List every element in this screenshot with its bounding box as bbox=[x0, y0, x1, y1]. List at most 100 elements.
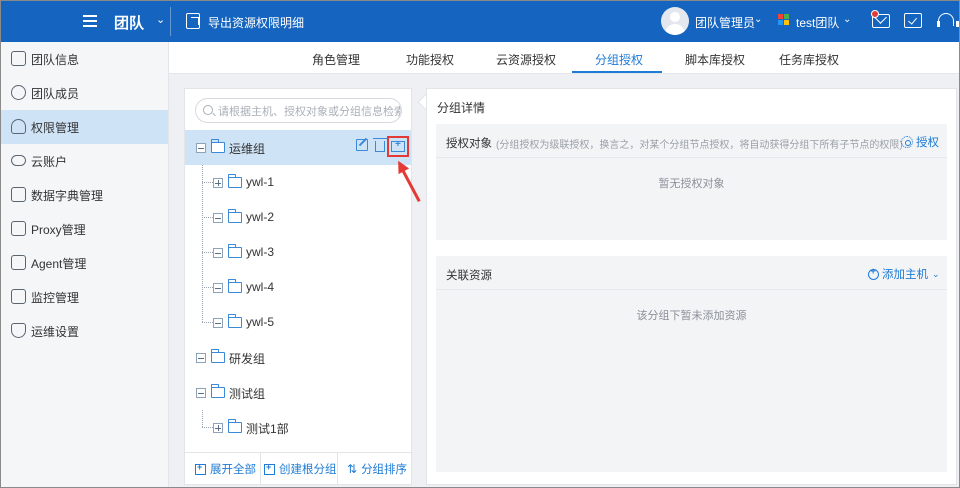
tree-node-label: 测试组 bbox=[229, 387, 266, 401]
sidebar-item-permissions[interactable]: 权限管理 bbox=[1, 110, 168, 144]
sort-icon: ⇅ bbox=[347, 462, 358, 476]
task-check-icon[interactable] bbox=[904, 13, 922, 28]
tree-node-label: ywl-4 bbox=[246, 280, 275, 294]
network-icon bbox=[11, 221, 26, 236]
tree-node-ops-group[interactable]: 运维组 bbox=[185, 130, 411, 165]
collapse-icon[interactable] bbox=[213, 248, 223, 258]
collapse-icon[interactable] bbox=[213, 283, 223, 293]
sidebar-item-cloud-account[interactable]: 云账户 bbox=[1, 144, 168, 178]
resources-empty-text: 该分组下暂未添加资源 bbox=[636, 310, 747, 322]
chevron-down-icon: ⌄ bbox=[932, 268, 940, 279]
folder-icon bbox=[228, 244, 242, 258]
tree-node-label: ywl-1 bbox=[246, 175, 275, 189]
plus-circle-icon bbox=[868, 266, 879, 280]
expand-icon[interactable] bbox=[213, 423, 223, 433]
sidebar-item-label: 监控管理 bbox=[31, 290, 80, 305]
tab-bar: 角色管理 功能授权 云资源授权 分组授权 脚本库授权 任务库授权 bbox=[169, 42, 959, 74]
resources-section-header: 关联资源 添加主机 ⌄ bbox=[436, 256, 947, 290]
tab-task-library-auth[interactable]: 任务库授权 bbox=[779, 51, 839, 68]
notification-dot bbox=[871, 10, 879, 18]
sort-label: 分组排序 bbox=[361, 464, 408, 476]
sidebar-item-proxy[interactable]: Proxy管理 bbox=[1, 212, 168, 246]
sidebar-item-team-info[interactable]: 团队信息 bbox=[1, 42, 168, 76]
add-host-button[interactable]: 添加主机 ⌄ bbox=[868, 266, 940, 282]
collapse-icon[interactable] bbox=[213, 318, 223, 328]
export-icon[interactable] bbox=[186, 13, 200, 29]
sidebar-item-label: 数据字典管理 bbox=[31, 188, 104, 203]
export-button[interactable]: 导出资源权限明细 bbox=[208, 14, 304, 31]
tree-node[interactable]: ywl-4 bbox=[185, 270, 411, 305]
sidebar-item-label: Agent管理 bbox=[31, 256, 87, 271]
collapse-icon[interactable] bbox=[196, 388, 206, 398]
gear-icon bbox=[901, 136, 913, 148]
headset-icon[interactable] bbox=[937, 12, 959, 30]
highlight-box bbox=[387, 136, 409, 157]
chevron-down-icon[interactable]: ⌄ bbox=[843, 14, 851, 25]
tab-role-management[interactable]: 角色管理 bbox=[312, 51, 360, 68]
tree-node[interactable]: 研发组 bbox=[185, 340, 411, 375]
chevron-down-icon[interactable]: ⌄ bbox=[754, 14, 762, 25]
auth-empty-text: 暂无授权对象 bbox=[658, 178, 725, 190]
tree-node[interactable]: 测试组 bbox=[185, 375, 411, 410]
resources-section: 关联资源 添加主机 ⌄ 该分组下暂未添加资源 bbox=[436, 256, 947, 472]
sidebar-item-agent[interactable]: Agent管理 bbox=[1, 246, 168, 280]
sidebar-item-data-dictionary[interactable]: 数据字典管理 bbox=[1, 178, 168, 212]
trash-icon[interactable] bbox=[373, 138, 387, 152]
tree-node[interactable]: 测试1部 bbox=[185, 410, 411, 445]
menu-icon[interactable] bbox=[83, 15, 97, 27]
tree-node[interactable]: ywl-3 bbox=[185, 235, 411, 270]
active-tab-indicator bbox=[572, 71, 662, 73]
sort-groups-button[interactable]: ⇅ 分组排序 bbox=[347, 453, 407, 485]
folder-icon bbox=[228, 419, 242, 433]
sidebar-item-label: 云账户 bbox=[31, 154, 68, 169]
user-role-label[interactable]: 团队管理员 bbox=[695, 14, 755, 31]
create-root-group-button[interactable]: 创建根分组 bbox=[264, 453, 337, 485]
team-selector[interactable]: test团队 bbox=[796, 14, 839, 31]
top-bar: 团队 ⌄ 导出资源权限明细 团队管理员 ⌄ test团队 ⌄ bbox=[1, 1, 959, 42]
tree-node-label: ywl-2 bbox=[246, 210, 275, 224]
auth-section-header: 授权对象 (分组授权为级联授权，换言之，对某个分组节点授权，将自动获得分组下所有… bbox=[436, 124, 947, 158]
add-host-label: 添加主机 bbox=[882, 269, 928, 281]
tree-node-label: ywl-5 bbox=[246, 315, 275, 329]
tree-node-label: 运维组 bbox=[229, 142, 266, 156]
tab-cloud-resource-auth[interactable]: 云资源授权 bbox=[496, 51, 556, 68]
search-input[interactable]: 请根据主机、授权对象或分组信息检索 bbox=[195, 98, 402, 123]
avatar[interactable] bbox=[661, 7, 689, 35]
cloud-icon bbox=[11, 155, 26, 166]
divider bbox=[260, 453, 261, 485]
resources-section-title: 关联资源 bbox=[446, 270, 492, 282]
tree-node[interactable]: ywl-1 bbox=[185, 165, 411, 200]
collapse-icon[interactable] bbox=[196, 353, 206, 363]
tree-node[interactable]: ywl-2 bbox=[185, 200, 411, 235]
tab-script-library-auth[interactable]: 脚本库授权 bbox=[685, 51, 745, 68]
team-logo-icon bbox=[778, 14, 791, 27]
auth-section-title: 授权对象 bbox=[446, 138, 492, 150]
agent-icon bbox=[11, 255, 26, 270]
tab-function-auth[interactable]: 功能授权 bbox=[406, 51, 454, 68]
tree-node[interactable]: ywl-5 bbox=[185, 305, 411, 340]
chevron-down-icon[interactable]: ⌄ bbox=[156, 13, 165, 26]
sidebar-item-team-members[interactable]: 团队成员 bbox=[1, 76, 168, 110]
folder-icon bbox=[228, 279, 242, 293]
folder-icon bbox=[228, 209, 242, 223]
team-title[interactable]: 团队 bbox=[114, 12, 144, 33]
folder-icon bbox=[228, 314, 242, 328]
authorize-button[interactable]: 授权 bbox=[901, 134, 939, 150]
collapse-icon[interactable] bbox=[213, 213, 223, 223]
sidebar-item-ops-settings[interactable]: 运维设置 bbox=[1, 314, 168, 348]
search-icon bbox=[203, 105, 213, 115]
sidebar-item-label: 团队成员 bbox=[31, 86, 80, 101]
search-placeholder: 请根据主机、授权对象或分组信息检索 bbox=[218, 105, 402, 118]
authorize-label: 授权 bbox=[916, 137, 939, 149]
sidebar: 团队信息 团队成员 权限管理 云账户 数据字典管理 Proxy管理 Agent管… bbox=[1, 42, 169, 487]
tab-group-auth[interactable]: 分组授权 bbox=[595, 51, 643, 68]
shield-gear-icon bbox=[11, 323, 26, 338]
edit-icon[interactable] bbox=[356, 139, 368, 151]
folder-plus-icon bbox=[264, 462, 275, 475]
sidebar-item-label: 权限管理 bbox=[31, 120, 80, 135]
expand-icon[interactable] bbox=[213, 178, 223, 188]
sidebar-item-monitoring[interactable]: 监控管理 bbox=[1, 280, 168, 314]
expand-all-button[interactable]: 展开全部 bbox=[195, 453, 256, 485]
collapse-icon[interactable] bbox=[196, 143, 206, 153]
sidebar-item-label: 团队信息 bbox=[31, 52, 80, 67]
